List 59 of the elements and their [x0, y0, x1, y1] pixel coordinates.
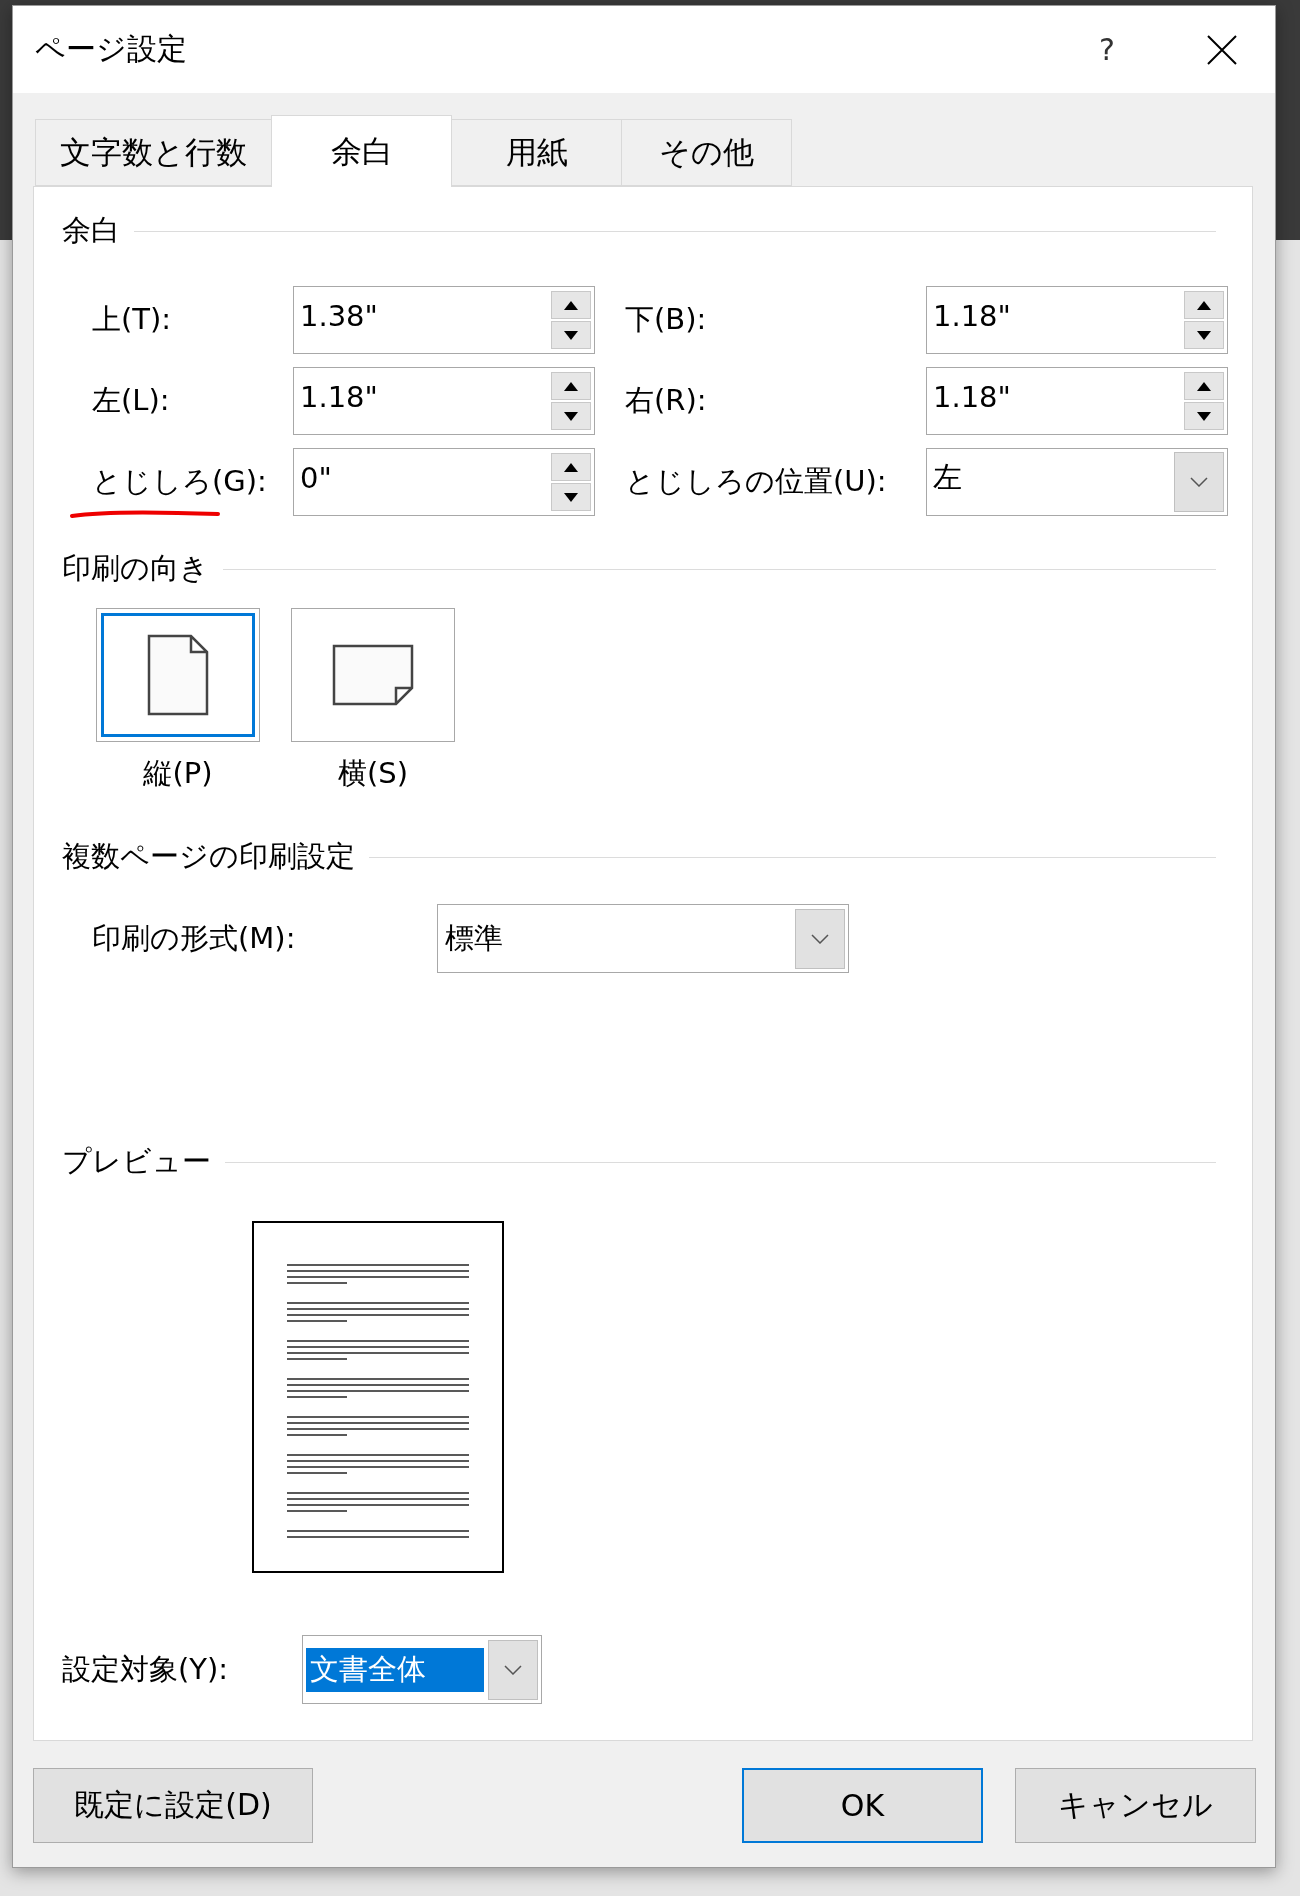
up-arrow-icon: [564, 381, 578, 391]
dialog-button[interactable]: OK: [742, 1768, 983, 1843]
up-arrow-icon: [1197, 300, 1211, 310]
chevron-down-icon: [811, 933, 829, 944]
down-arrow-icon: [564, 330, 578, 340]
field-label: とじしろ(G):: [92, 462, 293, 502]
spin-down-button[interactable]: [1184, 321, 1224, 349]
spin-up-button[interactable]: [1184, 291, 1224, 319]
field-label: 左(L):: [92, 382, 171, 419]
orientation-button[interactable]: [96, 608, 260, 742]
help-button[interactable]: ?: [1077, 32, 1137, 67]
section-heading: 余白: [62, 212, 120, 249]
spin-field[interactable]: 1.18": [926, 367, 1228, 435]
field-label: 上(T):: [92, 301, 173, 338]
spin-down-button[interactable]: [551, 483, 591, 511]
spin-down-button[interactable]: [551, 321, 591, 349]
section-heading: 複数ページの印刷設定: [62, 838, 355, 875]
down-arrow-icon: [564, 411, 578, 421]
spin-down-button[interactable]: [551, 402, 591, 430]
field-label: 印刷の形式(M):: [92, 919, 297, 957]
field-label: とじしろの位置(U):: [624, 463, 888, 500]
dropdown-field[interactable]: 文書全体: [302, 1635, 542, 1704]
close-icon: [1207, 34, 1237, 65]
chevron-down-icon: [1190, 477, 1208, 487]
down-arrow-icon: [564, 492, 578, 502]
spin-up-button[interactable]: [551, 453, 591, 481]
orientation-label: 横(S): [337, 755, 408, 792]
dropdown-field[interactable]: 左: [926, 448, 1228, 516]
down-arrow-icon: [1197, 330, 1211, 340]
spin-up-button[interactable]: [551, 372, 591, 400]
tab[interactable]: 文字数と行数: [35, 119, 272, 186]
tab[interactable]: その他: [621, 119, 792, 186]
section-heading: 印刷の向き: [62, 550, 209, 587]
spin-up-button[interactable]: [1184, 372, 1224, 400]
spin-down-button[interactable]: [1184, 402, 1224, 430]
field-label: 右(R):: [624, 382, 708, 419]
field-label: 下(B):: [624, 301, 708, 338]
field-label: 設定対象(Y):: [62, 1650, 230, 1688]
dialog-button[interactable]: キャンセル: [1015, 1768, 1256, 1843]
tab[interactable]: 用紙: [451, 119, 622, 186]
spin-up-button[interactable]: [551, 291, 591, 319]
window-title: ページ設定: [35, 30, 188, 68]
dropdown-field[interactable]: 標準: [437, 904, 849, 973]
spin-field[interactable]: 0": [293, 448, 595, 516]
chevron-down-icon: [504, 1664, 522, 1675]
orientation-button[interactable]: [291, 608, 455, 742]
orientation-label: 縦(P): [143, 755, 213, 792]
tab[interactable]: 余白: [271, 115, 452, 187]
spin-field[interactable]: 1.18": [293, 367, 595, 435]
up-arrow-icon: [1197, 381, 1211, 391]
spin-field[interactable]: 1.38": [293, 286, 595, 354]
landscape-page-icon: [332, 644, 414, 706]
dialog-button[interactable]: 既定に設定(D): [33, 1768, 313, 1843]
down-arrow-icon: [1197, 411, 1211, 421]
spin-field[interactable]: 1.18": [926, 286, 1228, 354]
up-arrow-icon: [564, 462, 578, 472]
portrait-page-icon: [147, 634, 209, 716]
up-arrow-icon: [564, 300, 578, 310]
section-heading: プレビュー: [62, 1143, 211, 1180]
